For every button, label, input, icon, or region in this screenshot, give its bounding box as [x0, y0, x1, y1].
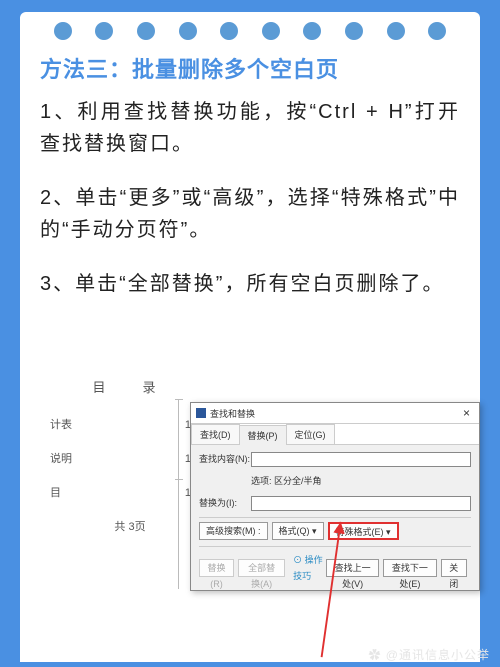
replace-input[interactable]	[251, 496, 471, 511]
tab-replace[interactable]: 替换(P)	[239, 425, 287, 445]
find-next-button[interactable]: 查找下一处(E)	[383, 559, 436, 577]
toc-name: 说明	[50, 450, 72, 466]
toc-name: 计表	[50, 416, 72, 432]
step-3: 3、单击“全部替换”，所有空白页删除了。	[40, 268, 460, 300]
find-input[interactable]	[251, 452, 471, 467]
tab-find[interactable]: 查找(D)	[191, 424, 240, 444]
close-icon[interactable]: ×	[459, 406, 474, 420]
step-2: 2、单击“更多”或“高级”，选择“特殊格式”中的“手动分页符”。	[40, 182, 460, 246]
special-format-button[interactable]: 特殊格式(E) ▾	[328, 522, 399, 540]
dialog-tabs: 查找(D) 替换(P) 定位(G)	[191, 424, 479, 445]
dialog-body: 查找内容(N): 选项: 区分全/半角 替换为(I): 高级搜索(M) : 格式…	[191, 445, 479, 590]
tips-link[interactable]: ⊙ 操作技巧	[293, 552, 326, 584]
find-prev-button[interactable]: 查找上一处(V)	[326, 559, 379, 577]
ruler	[178, 399, 179, 589]
method-title: 方法三：批量删除多个空白页	[40, 52, 460, 84]
advanced-search-button[interactable]: 高级搜索(M) :	[199, 522, 268, 540]
replace-label: 替换为(I):	[199, 495, 251, 511]
notepad: 方法三：批量删除多个空白页 1、利用查找替换功能，按“Ctrl + H”打开查找…	[20, 12, 480, 662]
toc-title: 目 录	[40, 377, 220, 396]
find-label: 查找内容(N):	[199, 451, 251, 467]
embedded-screenshot: 目 录 计表 1 页 说明 1 页 目 1 页 共 3页 查找和替换	[40, 377, 460, 662]
watermark: ✿ @通讯信息小公举	[368, 646, 490, 663]
word-icon	[196, 408, 206, 418]
step-1: 1、利用查找替换功能，按“Ctrl + H”打开查找替换窗口。	[40, 96, 460, 160]
content: 方法三：批量删除多个空白页 1、利用查找替换功能，按“Ctrl + H”打开查找…	[40, 52, 460, 322]
tab-goto[interactable]: 定位(G)	[286, 424, 335, 444]
replace-all-button[interactable]: 全部替换(A)	[238, 559, 285, 577]
dialog-title: 查找和替换	[210, 407, 255, 420]
toc-name: 目	[50, 484, 61, 500]
options-label: 选项:	[251, 473, 272, 489]
binding-holes	[20, 22, 480, 40]
options-value: 区分全/半角	[274, 473, 322, 489]
close-button[interactable]: 关闭	[441, 559, 467, 577]
replace-button[interactable]: 替换(R)	[199, 559, 234, 577]
dialog-titlebar: 查找和替换 ×	[191, 403, 479, 424]
find-replace-dialog: 查找和替换 × 查找(D) 替换(P) 定位(G) 查找内容(N): 选项: 区…	[190, 402, 480, 591]
format-button[interactable]: 格式(Q) ▾	[272, 522, 324, 540]
